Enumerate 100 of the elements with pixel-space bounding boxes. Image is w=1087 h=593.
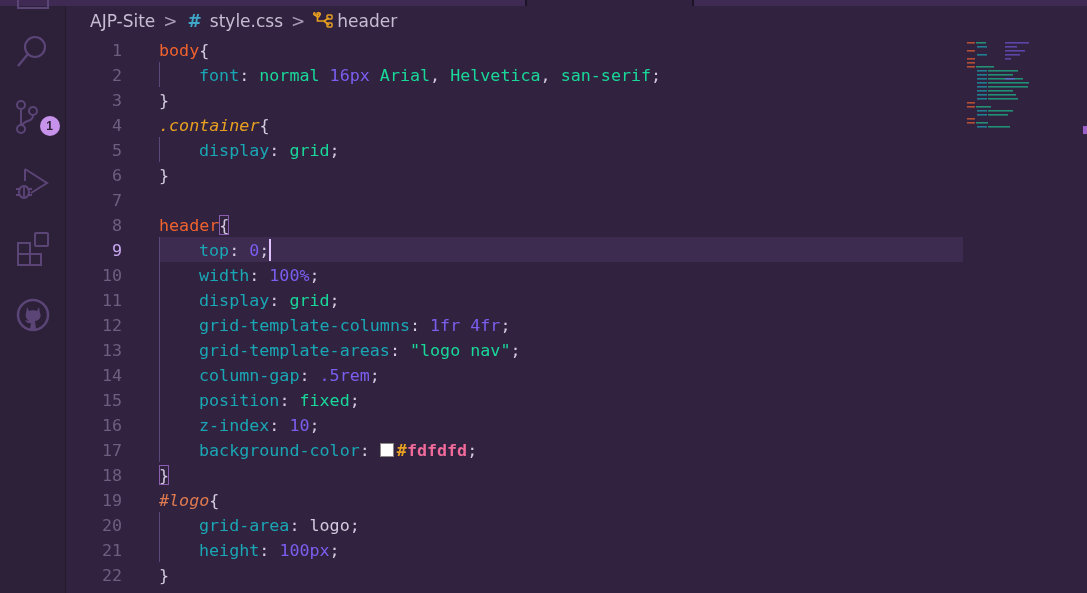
value-text: logo — [309, 514, 350, 535]
punctuation-text: } — [159, 164, 170, 185]
punctuation-text: : — [269, 289, 281, 310]
value-text: normal — [259, 64, 321, 85]
value-text: Arial — [379, 64, 431, 85]
property-text: top — [199, 239, 230, 260]
blocks-icon[interactable] — [14, 231, 51, 267]
files-icon[interactable] — [16, 0, 50, 10]
punctuation-text: } — [159, 564, 170, 585]
line-number: 11 — [100, 289, 123, 310]
punctuation-text: : — [389, 339, 401, 360]
value-text: fixed — [299, 389, 350, 410]
punctuation-text: ; — [329, 539, 340, 560]
line-number: 4 — [110, 114, 123, 135]
scrollbar-thumb[interactable] — [1083, 126, 1087, 134]
line-number: 9 — [110, 239, 123, 260]
line-number: 5 — [110, 139, 123, 160]
value-text: grid — [289, 289, 330, 310]
punctuation-text: { — [259, 114, 270, 135]
number-text: 16px — [329, 64, 371, 85]
selector-text: #logo — [159, 489, 210, 510]
selector-text: header — [159, 214, 220, 235]
punctuation-text: ; — [369, 364, 380, 385]
property-text: grid-template-areas — [199, 339, 390, 360]
punctuation-text: ; — [349, 389, 360, 410]
punctuation-text: ; — [259, 239, 270, 260]
punctuation-text: ; — [467, 439, 478, 460]
css-file-icon: # — [187, 11, 202, 31]
line-number: 18 — [100, 464, 123, 485]
line-number: 14 — [100, 364, 123, 385]
text-cursor — [269, 238, 272, 261]
line-number: 13 — [100, 339, 123, 360]
number-text: 10 — [289, 414, 310, 435]
line-number: 12 — [100, 314, 123, 335]
line-number: 22 — [100, 564, 123, 585]
line-number: 19 — [100, 489, 123, 510]
punctuation-text: , — [540, 64, 552, 85]
punctuation-text: : — [359, 439, 371, 460]
number-text: 1fr 4fr — [430, 314, 501, 335]
chevron-icon: > — [163, 11, 178, 31]
punctuation-text: , — [430, 64, 442, 85]
value-text: grid — [289, 139, 330, 160]
line-number: 6 — [110, 164, 123, 185]
property-text: font — [199, 64, 240, 85]
line-number: 10 — [100, 264, 123, 285]
line-number: 21 — [100, 539, 123, 560]
punctuation-text: : — [249, 264, 261, 285]
breadcrumb-item[interactable]: AJP-Site — [90, 11, 156, 31]
line-number: 16 — [100, 414, 123, 435]
property-text: grid-template-columns — [199, 314, 410, 335]
punctuation-text: : — [410, 314, 422, 335]
line-number: 1 — [110, 39, 123, 60]
punctuation-text: ; — [329, 139, 340, 160]
value-text: "logo nav" — [410, 339, 511, 360]
selector-text: .container — [159, 114, 260, 135]
number-text: .5rem — [319, 364, 370, 385]
property-text: display — [199, 289, 270, 310]
value-text: Helvetica — [450, 64, 541, 85]
line-number: 7 — [110, 189, 123, 210]
punctuation-text: ; — [349, 514, 360, 535]
punctuation-text: ; — [510, 339, 521, 360]
breadcrumb-item[interactable]: header — [313, 11, 398, 31]
bracket-text: } — [159, 464, 170, 485]
number-text: 100px — [279, 539, 330, 560]
punctuation-text: : — [279, 389, 291, 410]
punctuation-text: : — [269, 139, 281, 160]
punctuation-text: : — [289, 514, 301, 535]
count-badge: 1 — [39, 116, 60, 136]
punctuation-text: { — [199, 39, 210, 60]
punctuation-text: : — [239, 64, 251, 85]
property-text: grid-area — [199, 514, 290, 535]
symbol-icon — [313, 12, 334, 30]
punctuation-text: ; — [651, 64, 662, 85]
property-text: display — [199, 139, 270, 160]
breadcrumb-item[interactable]: style.css — [209, 11, 284, 31]
line-number: 3 — [110, 89, 123, 110]
line-number: 8 — [110, 214, 123, 235]
punctuation-text: ; — [309, 414, 320, 435]
property-text: z-index — [199, 414, 270, 435]
line-number: 15 — [100, 389, 123, 410]
line-number: 20 — [100, 514, 123, 535]
punctuation-text: } — [159, 89, 170, 110]
property-text: height — [199, 539, 260, 560]
property-text: width — [199, 264, 250, 285]
property-text: position — [199, 389, 280, 410]
punctuation-text: : — [229, 239, 241, 260]
cat-icon[interactable] — [14, 297, 51, 333]
line-number: 17 — [100, 439, 123, 460]
punctuation-text: ; — [329, 289, 340, 310]
number-text: 100% — [269, 264, 310, 285]
punctuation-text: : — [259, 539, 271, 560]
punctuation-text: ; — [500, 314, 511, 335]
property-text: background-color — [199, 439, 360, 460]
color-swatch[interactable] — [379, 442, 394, 457]
chevron-icon: > — [291, 11, 306, 31]
property-text: column-gap — [199, 364, 300, 385]
branch-icon[interactable] — [14, 99, 39, 135]
play-bug-icon[interactable] — [14, 165, 51, 201]
punctuation-text: ; — [309, 264, 320, 285]
value-text: san-serif — [560, 64, 652, 85]
